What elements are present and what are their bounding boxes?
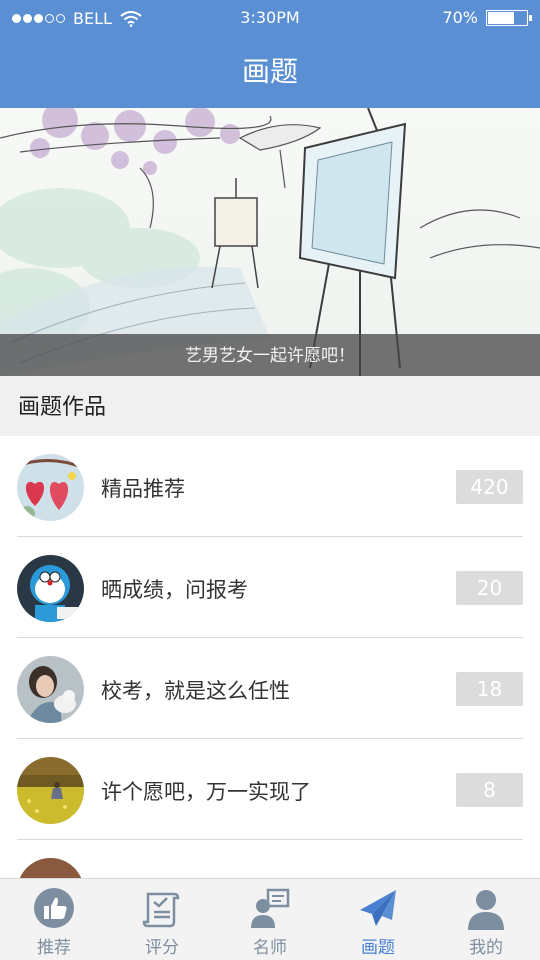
list-item-label: 晒成绩，问报考: [101, 578, 248, 602]
count-badge: 8: [456, 773, 523, 807]
hearts-avatar: [17, 454, 84, 521]
list-item[interactable]: 精品推荐 420: [17, 436, 523, 537]
battery-icon: [486, 9, 532, 26]
list-item[interactable]: 晒成绩，问报考 20: [17, 537, 523, 638]
tab-topics[interactable]: 画题: [324, 879, 432, 960]
count-badge: 18: [456, 672, 523, 706]
page-title: 画题: [241, 55, 298, 88]
list-item-label: 精品推荐: [101, 477, 185, 501]
user-icon: [468, 890, 504, 930]
doraemon-avatar: [17, 555, 84, 622]
tab-label: 名师: [253, 938, 287, 958]
status-bar: BELL 3:30PM 70%: [0, 0, 540, 36]
banner[interactable]: 艺男艺女一起许愿吧！: [0, 108, 540, 376]
list-item[interactable]: 校考，就是这么任性 18: [17, 638, 523, 739]
status-right: 70%: [442, 8, 532, 27]
teacher-icon: [251, 888, 290, 928]
tab-mine[interactable]: 我的: [432, 879, 540, 960]
battery-percentage: 70%: [442, 8, 478, 27]
tab-label: 评分: [145, 938, 179, 958]
thumbs-up-icon: [34, 888, 74, 928]
tab-recommend[interactable]: 推荐: [0, 879, 108, 960]
tab-label: 推荐: [37, 938, 71, 958]
count-badge: 20: [456, 571, 523, 605]
tab-teachers[interactable]: 名师: [216, 879, 324, 960]
section-title: 画题作品: [0, 376, 540, 436]
list-item-avatar: [17, 858, 84, 878]
nav-bar: 画题: [0, 36, 540, 108]
girl-with-cat-avatar: [17, 656, 84, 723]
tab-bar: 推荐 评分 名师 画题 我的: [0, 878, 540, 960]
count-badge: 420: [456, 470, 523, 504]
tab-label: 我的: [469, 938, 503, 958]
list-item[interactable]: [17, 840, 523, 878]
paper-plane-icon: [360, 890, 396, 926]
list-item-label: 许个愿吧，万一实现了: [101, 780, 311, 804]
list-item[interactable]: 许个愿吧，万一实现了 8: [17, 739, 523, 840]
field-avatar: [17, 757, 84, 824]
list-item-label: 校考，就是这么任性: [101, 679, 290, 703]
scroll-icon: [142, 892, 180, 928]
topic-list: 精品推荐 420 晒成绩，问报考 20 校考，就是这么任性 18 许个愿吧，万一…: [0, 436, 540, 878]
tab-label: 画题: [361, 938, 395, 958]
banner-caption: 艺男艺女一起许愿吧！: [0, 334, 540, 376]
tab-rating[interactable]: 评分: [108, 879, 216, 960]
